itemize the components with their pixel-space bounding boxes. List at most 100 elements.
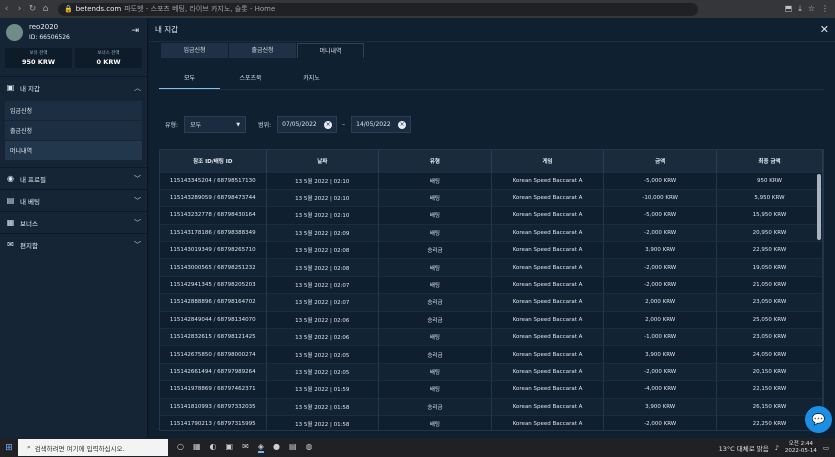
table-cell: 115143019349 / 68798265710 (160, 241, 267, 259)
table-cell: 23,050 KRW (716, 328, 823, 346)
sidebar-item-inbox[interactable]: ✉ 편지함 ﹀ (0, 233, 147, 255)
browser-app-icon[interactable]: ◈ (257, 442, 264, 453)
type-select[interactable]: 모두 ▼ (184, 116, 247, 133)
user-icon: ◉ (7, 173, 14, 183)
table-cell: 13 5월 2022 | 01:58 (266, 397, 380, 416)
table-cell: 13 5월 2022 | 02:10 (266, 188, 380, 207)
chat-icon: 💬 (811, 413, 826, 426)
table-cell: Korean Speed Baccarat A (491, 275, 605, 294)
notification-icon[interactable]: ▭ (823, 444, 829, 452)
taskbar-search[interactable]: ⌕ 검색하려면 여기에 입력하십시오. (18, 439, 168, 456)
username: reo2020 (29, 23, 59, 31)
forward-icon[interactable]: › (13, 4, 26, 14)
sidebar-subitem-deposit[interactable]: 입금신청 (5, 101, 142, 120)
avatar[interactable] (6, 23, 23, 41)
caret-down-icon: ▼ (236, 121, 241, 128)
table-cell: 13 5월 2022 | 02:07 (266, 293, 380, 312)
table-row: 115141978869 / 68797462371 13 5월 2022 | 0… (160, 380, 823, 399)
tab-withdraw[interactable]: 출금신청 (229, 43, 296, 58)
clear-icon[interactable]: × (324, 120, 333, 129)
table-cell: 115143000565 / 68798251232 (160, 258, 267, 277)
table-row: 115141810993 / 68797332035 13 5월 2022 | 0… (160, 397, 823, 416)
bookmark-icon[interactable]: ☆ (808, 4, 815, 14)
table-cell: 115142888896 / 68798164702 (160, 293, 267, 312)
table-cell: 20,150 KRW (716, 362, 823, 381)
back-icon[interactable]: ‹ (0, 4, 13, 14)
chevron-down-icon: ﹀ (134, 196, 141, 205)
date-from-field[interactable]: 07/05/2022 × (277, 116, 338, 133)
reload-icon[interactable]: ↻ (26, 4, 39, 14)
main-balance: 보유 잔액 950 KRW (5, 48, 72, 68)
column-header: 최종 금액 (716, 150, 823, 172)
profile-header: reo2020 ID: 66506526 ⇥ (0, 18, 147, 46)
tab-deposit[interactable]: 입금신청 (161, 43, 228, 58)
page-title-text: 파도벳 - 스포츠 베팅, 라이브 카지노, 슬롯 - Home (124, 5, 276, 13)
store-icon[interactable]: ▣ (226, 442, 234, 453)
table-cell: -2,000 KRW (603, 258, 717, 277)
media-icon[interactable]: ● (273, 442, 280, 453)
sidebar-subitem-history[interactable]: 머니내역 (5, 141, 142, 160)
table-cell: 13 5월 2022 | 02:05 (266, 362, 380, 381)
filter-bar: 유형: 모두 ▼ 범위: 07/05/2022 × – 14/05/2022 × (165, 116, 412, 133)
edge-icon[interactable]: ◐ (210, 442, 217, 453)
table-cell: -2,000 KRW (603, 223, 717, 242)
volume-icon[interactable]: ♪ (775, 444, 779, 452)
mail-icon: ✉ (7, 239, 14, 249)
table-cell: 115142661494 / 68797989264 (160, 362, 267, 381)
subtab-casino[interactable]: 카지노 (281, 68, 342, 89)
table-cell: 21,050 KRW (716, 275, 823, 294)
history-subtabs: 모두 스포츠북 카지노 (159, 68, 824, 90)
table-cell: 13 5월 2022 | 02:06 (266, 310, 380, 329)
discord-icon[interactable]: ◍ (306, 442, 313, 453)
extension-icon[interactable]: ⬒ (785, 4, 793, 14)
explorer-icon[interactable]: ▤ (289, 442, 297, 453)
taskbar: ⊞ ⌕ 검색하려면 여기에 입력하십시오. ○ ▦ ◐ ▣ ✉ ◈ ● ▤ ◍ … (0, 438, 835, 457)
table-cell: Korean Speed Baccarat A (491, 171, 605, 190)
table-cell: 13 5월 2022 | 02:09 (266, 223, 380, 242)
table-cell: Korean Speed Baccarat A (491, 258, 605, 277)
subtab-sportsbook[interactable]: 스포츠북 (220, 68, 281, 89)
logout-icon[interactable]: ⇥ (131, 26, 139, 36)
table-cell: Korean Speed Baccarat A (491, 241, 605, 259)
home-icon[interactable]: ⌂ (39, 4, 52, 14)
table-row: 115143000565 / 68798251232 13 5월 2022 | 0… (160, 258, 823, 277)
sidebar-subitem-withdraw[interactable]: 출금신청 (5, 121, 142, 140)
sidebar-item-bonus[interactable]: ▦ 보너스 ﹀ (0, 211, 147, 233)
clear-icon[interactable]: × (398, 120, 407, 129)
table-cell: Korean Speed Baccarat A (491, 206, 605, 225)
sidebar-item-bets[interactable]: ▤ 내 베팅 ﹀ (0, 189, 147, 211)
menu-icon[interactable]: ⋮ (821, 4, 829, 14)
table-cell: 2,000 KRW (603, 293, 717, 312)
widgets-icon[interactable]: ▦ (193, 442, 201, 453)
chat-button[interactable]: 💬 (805, 406, 832, 433)
main-balance-value: 950 KRW (21, 58, 56, 66)
sidebar-item-label: 보너스 (20, 219, 38, 228)
weather-text[interactable]: 13°C 대체로 맑음 (719, 443, 769, 453)
table-row: 115143232778 / 68798430164 13 5월 2022 | 0… (160, 206, 823, 225)
sidebar-item-profile[interactable]: ◉ 내 프로필 ﹀ (0, 167, 147, 189)
sidebar-item-wallet[interactable]: ▣ 내 지갑 ︿ (0, 76, 147, 98)
ticket-icon: ▤ (6, 195, 15, 205)
table-cell: 13 5월 2022 | 01:59 (266, 380, 380, 399)
table-cell: -10,000 KRW (603, 188, 717, 207)
date-to-field[interactable]: 14/05/2022 × (351, 116, 412, 133)
date-from-value: 07/05/2022 (282, 121, 317, 128)
task-view-icon[interactable]: ○ (177, 442, 184, 453)
tab-history[interactable]: 머니내역 (297, 43, 364, 58)
table-cell: 13 5월 2022 | 02:08 (266, 241, 380, 259)
table-cell: 승리금 (378, 397, 492, 416)
mail-app-icon[interactable]: ✉ (242, 442, 249, 453)
windows-start-icon[interactable]: ⊞ (0, 443, 18, 453)
table-cell: 배팅 (378, 171, 492, 190)
balance-panel: 보유 잔액 950 KRW 보너스 잔액 0 KRW (0, 46, 147, 70)
clock-time: 오전 2:44 (788, 440, 813, 447)
main-balance-label: 보유 잔액 (29, 51, 48, 56)
download-icon[interactable]: ⤓ (798, 4, 802, 14)
table-cell: 13 5월 2022 | 02:10 (266, 206, 380, 225)
scrollbar[interactable] (817, 174, 821, 240)
subtab-all[interactable]: 모두 (159, 68, 220, 89)
clock[interactable]: 오전 2:44 2022-05-14 (785, 441, 817, 455)
address-bar[interactable]: 🔒 betends.com 파도벳 - 스포츠 베팅, 라이브 카지노, 슬롯 … (58, 2, 698, 16)
table-cell: Korean Speed Baccarat A (491, 310, 605, 329)
close-icon[interactable]: ✕ (820, 23, 829, 36)
